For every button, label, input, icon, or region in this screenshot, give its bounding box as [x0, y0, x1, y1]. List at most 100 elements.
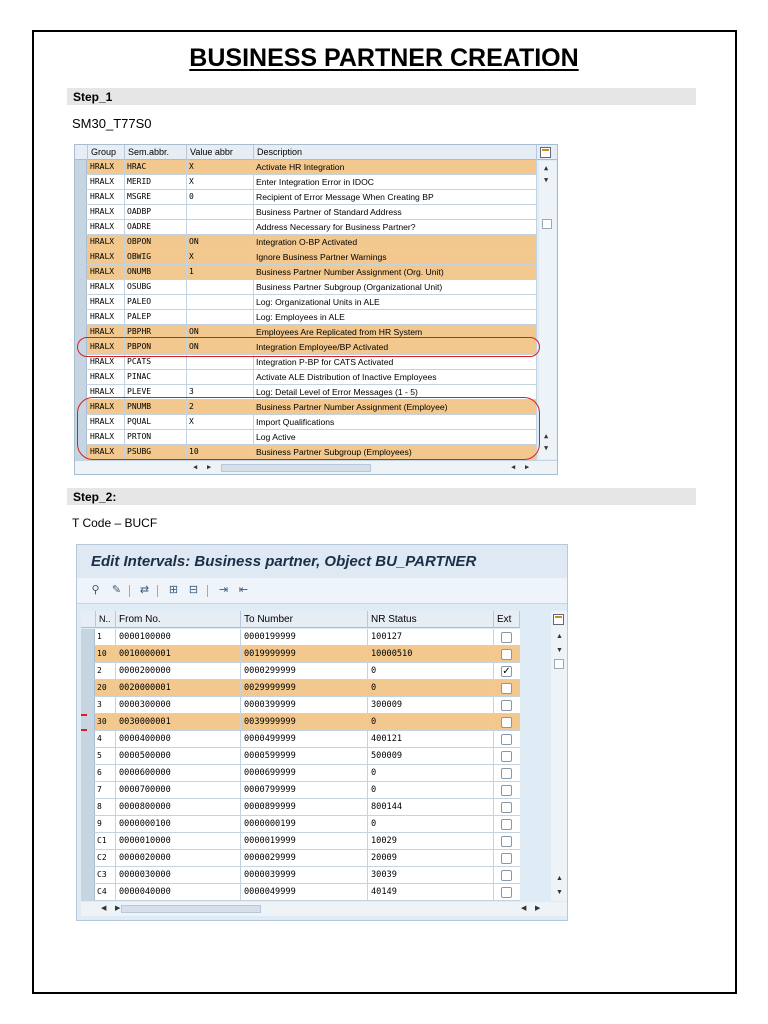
cell-from-no[interactable]: 0000200000: [116, 663, 241, 679]
table-row[interactable]: C2 0000020000 0000029999 20009: [81, 850, 520, 867]
table-row[interactable]: 2 0000200000 0000299999 0 ✓: [81, 663, 520, 680]
row-selector[interactable]: [75, 325, 87, 339]
cell-from-no[interactable]: 0000400000: [116, 731, 241, 747]
row-selector[interactable]: [81, 697, 95, 713]
table-row[interactable]: 8 0000800000 0000899999 800144: [81, 799, 520, 816]
cell-value-abbr[interactable]: [187, 205, 254, 219]
table-row[interactable]: HRALX MERID X Enter Integration Error in ID…: [75, 175, 537, 190]
row-selector[interactable]: [81, 782, 95, 798]
table-row[interactable]: 6 0000600000 0000699999 0: [81, 765, 520, 782]
column-settings-icon[interactable]: [553, 614, 564, 625]
column-header-from-no[interactable]: From No.: [116, 611, 241, 628]
table-row[interactable]: 7 0000700000 0000799999 0: [81, 782, 520, 799]
row-selector[interactable]: [81, 680, 95, 696]
row-selector[interactable]: [75, 190, 87, 204]
cell-value-abbr[interactable]: ON: [187, 340, 254, 354]
ext-checkbox[interactable]: [501, 649, 512, 660]
table-row[interactable]: 10 0010000001 0019999999 10000510: [81, 646, 520, 663]
row-selector[interactable]: [81, 748, 95, 764]
cell-to-number[interactable]: 0000399999: [241, 697, 368, 713]
ext-checkbox[interactable]: [501, 632, 512, 643]
cell-value-abbr[interactable]: X: [187, 175, 254, 189]
cell-from-no[interactable]: 0000040000: [116, 884, 241, 900]
column-header-value-abbr[interactable]: Value abbr: [187, 145, 254, 160]
ext-checkbox[interactable]: [501, 700, 512, 711]
table-row[interactable]: 9 0000000100 0000000199 0: [81, 816, 520, 833]
cell-number[interactable]: 4: [96, 731, 116, 747]
table-row[interactable]: HRALX PCATS Integration P-BP for CATS Acti…: [75, 355, 537, 370]
table-row[interactable]: 1 0000100000 0000199999 100127: [81, 629, 520, 646]
scroll-right-icon[interactable]: ▶: [207, 464, 211, 471]
row-selector[interactable]: [75, 295, 87, 309]
scroll-down-icon[interactable]: ▼: [556, 647, 563, 654]
cell-nr-status[interactable]: 0: [368, 663, 494, 679]
column-header-ext[interactable]: Ext: [494, 611, 520, 628]
cell-nr-status[interactable]: 0: [368, 714, 494, 730]
cell-to-number[interactable]: 0029999999: [241, 680, 368, 696]
table-row[interactable]: 3 0000300000 0000399999 300009: [81, 697, 520, 714]
row-selector[interactable]: [75, 400, 87, 414]
cell-nr-status[interactable]: 800144: [368, 799, 494, 815]
delete-row-icon[interactable]: ⊟: [187, 584, 200, 597]
cell-from-no[interactable]: 0000020000: [116, 850, 241, 866]
cell-from-no[interactable]: 0000100000: [116, 629, 241, 645]
scroll-right-icon[interactable]: ▶: [115, 905, 120, 912]
ext-checkbox[interactable]: [501, 887, 512, 898]
column-header-number[interactable]: N..: [96, 611, 116, 628]
row-selector[interactable]: [75, 250, 87, 264]
cell-value-abbr[interactable]: 3: [187, 385, 254, 399]
vertical-scrollbar[interactable]: ▲ ▼ ▲ ▼: [539, 161, 556, 459]
cell-number[interactable]: 1: [96, 629, 116, 645]
column-header-nr-status[interactable]: NR Status: [368, 611, 494, 628]
cell-to-number[interactable]: 0000049999: [241, 884, 368, 900]
column-settings-icon[interactable]: [540, 147, 551, 158]
table-row[interactable]: HRALX PINAC Activate ALE Distribution of I…: [75, 370, 537, 385]
row-selector[interactable]: [81, 731, 95, 747]
cell-from-no[interactable]: 0000030000: [116, 867, 241, 883]
cell-from-no[interactable]: 0000700000: [116, 782, 241, 798]
scroll-right-end-icon[interactable]: ▶: [525, 464, 529, 471]
cell-number[interactable]: 9: [96, 816, 116, 832]
cell-nr-status[interactable]: 10029: [368, 833, 494, 849]
row-selector[interactable]: [81, 850, 95, 866]
cell-from-no[interactable]: 0000010000: [116, 833, 241, 849]
cell-from-no[interactable]: 0000800000: [116, 799, 241, 815]
table-row[interactable]: HRALX PBPON ON Integration Employee/BP Acti…: [75, 340, 537, 355]
ext-checkbox[interactable]: [501, 734, 512, 745]
cell-value-abbr[interactable]: [187, 310, 254, 324]
row-selector[interactable]: [81, 884, 95, 900]
cell-nr-status[interactable]: 10000510: [368, 646, 494, 662]
cell-nr-status[interactable]: 0: [368, 680, 494, 696]
cell-number[interactable]: 30: [96, 714, 116, 730]
cell-from-no[interactable]: 0000000100: [116, 816, 241, 832]
row-selector[interactable]: [75, 205, 87, 219]
table-row[interactable]: HRALX HRAC X Activate HR Integration: [75, 160, 537, 175]
cell-value-abbr[interactable]: [187, 370, 254, 384]
scroll-down-bottom-icon[interactable]: ▼: [556, 889, 563, 896]
scroll-left-end-icon[interactable]: ◀: [511, 464, 515, 471]
cell-from-no[interactable]: 0000500000: [116, 748, 241, 764]
table-row[interactable]: C3 0000030000 0000039999 30039: [81, 867, 520, 884]
row-selector[interactable]: [81, 867, 95, 883]
row-selector[interactable]: [75, 445, 87, 459]
horizontal-scrollbar[interactable]: ◀ ▶ ◀ ▶: [75, 460, 557, 474]
ext-checkbox[interactable]: [501, 819, 512, 830]
cell-to-number[interactable]: 0000499999: [241, 731, 368, 747]
table-row[interactable]: HRALX PLEVE 3 Log: Detail Level of Error Me…: [75, 385, 537, 400]
row-selector[interactable]: [75, 175, 87, 189]
scroll-up-bottom-icon[interactable]: ▲: [556, 875, 563, 882]
horizontal-scrollbar[interactable]: ◀ ▶ ◀ ▶: [81, 902, 567, 916]
scroll-up-icon[interactable]: ▲: [556, 633, 563, 640]
ext-checkbox[interactable]: ✓: [501, 666, 512, 677]
cell-value-abbr[interactable]: ON: [187, 235, 254, 249]
cell-to-number[interactable]: 0000019999: [241, 833, 368, 849]
cell-nr-status[interactable]: 30039: [368, 867, 494, 883]
export-icon[interactable]: ⇥: [217, 584, 230, 597]
column-header-group[interactable]: Group: [88, 145, 125, 160]
cell-value-abbr[interactable]: [187, 280, 254, 294]
cell-number[interactable]: C1: [96, 833, 116, 849]
cell-number[interactable]: 6: [96, 765, 116, 781]
cell-to-number[interactable]: 0019999999: [241, 646, 368, 662]
ext-checkbox[interactable]: [501, 785, 512, 796]
scroll-left-icon[interactable]: ◀: [101, 905, 106, 912]
